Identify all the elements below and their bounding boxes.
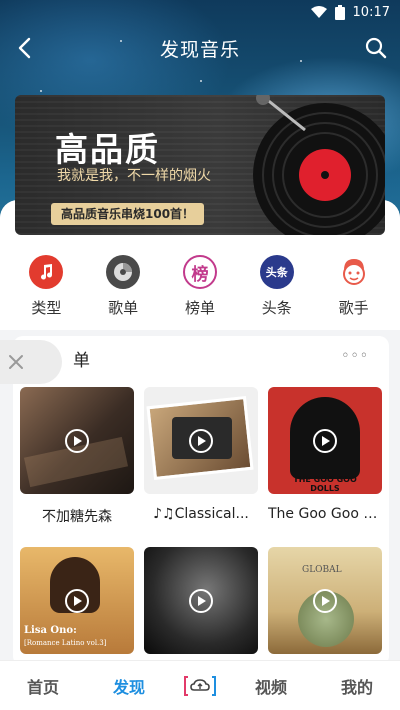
ranking-icon: 榜	[182, 255, 217, 289]
playlist-name: ♪♫Classical...	[153, 506, 249, 522]
category-playlist[interactable]: 歌单	[93, 255, 153, 325]
category-row: 类型 歌单 榜 榜单 头条 头条 歌手	[0, 255, 400, 325]
playlist-cover: THE GOO GOO DOLLS	[268, 387, 382, 494]
singer-icon	[336, 255, 371, 289]
category-ranking[interactable]: 榜 榜单	[170, 255, 230, 325]
category-label: 榜单	[184, 299, 215, 317]
tab-home[interactable]: 首页	[11, 674, 75, 698]
section-title: 单	[73, 351, 90, 371]
category-label: 头条	[261, 299, 292, 317]
bottom-tab-bar: 首页 发现 视频 我的	[0, 660, 400, 710]
page-title: 发现音乐	[159, 38, 240, 61]
status-bar: 10:17	[0, 0, 400, 24]
close-icon	[9, 355, 23, 369]
cover-text: THE GOO GOO DOLLS	[293, 475, 357, 493]
cover-text: GLOBAL	[302, 565, 342, 575]
playlist-cover	[144, 547, 258, 654]
play-icon	[189, 428, 213, 453]
search-icon	[365, 37, 387, 59]
tab-video[interactable]: 视频	[239, 674, 303, 698]
playlist-card[interactable]: THE GOO GOO DOLLS The Goo Goo D...	[268, 387, 382, 522]
cover-text: Lisa Ono:	[24, 625, 77, 636]
play-icon	[189, 588, 213, 613]
center-tab-button[interactable]	[183, 673, 217, 699]
play-icon	[313, 428, 337, 453]
music-note-icon	[29, 255, 64, 289]
category-headlines[interactable]: 头条 头条	[247, 255, 307, 325]
playlist-name: The Goo Goo D...	[268, 506, 382, 522]
category-singer[interactable]: 歌手	[324, 255, 384, 325]
playlist-card[interactable]: 不加糖先森	[20, 387, 134, 526]
more-button[interactable]: ◦◦◦	[341, 348, 369, 364]
play-icon	[65, 588, 89, 613]
wifi-icon	[310, 5, 327, 18]
playlist-cover	[20, 387, 134, 494]
back-arrow-icon	[18, 37, 31, 59]
playlist-section: 单 ◦◦◦ 不加糖先森 ♪♫Classical... THE GOO GOO D…	[13, 336, 389, 666]
category-label: 类型	[31, 299, 62, 317]
playlist-card[interactable]: GLOBAL	[268, 547, 382, 654]
floating-close-button[interactable]	[0, 340, 62, 384]
cloud-record-icon	[184, 675, 216, 696]
back-button[interactable]	[10, 34, 38, 62]
playlist-cover: GLOBAL	[268, 547, 382, 654]
category-label: 歌手	[338, 299, 369, 317]
vinyl-record-icon	[253, 95, 385, 235]
status-time: 10:17	[352, 4, 390, 20]
playlist-card[interactable]	[144, 547, 258, 654]
banner-tag: 高品质音乐串烧100首！	[51, 203, 205, 225]
search-button[interactable]	[362, 34, 390, 62]
category-label: 歌单	[108, 299, 139, 317]
playlist-name: 不加糖先森	[42, 509, 112, 525]
playlist-card[interactable]: Lisa Ono: [Romance Latino vol.3]	[20, 547, 134, 654]
tab-discover[interactable]: 发现	[97, 674, 161, 698]
headline-icon: 头条	[259, 255, 294, 289]
promo-banner[interactable]: 高品质 我就是我，不一样的烟火 高品质音乐串烧100首！	[15, 95, 385, 235]
play-icon	[65, 428, 89, 453]
banner-subtitle: 我就是我，不一样的烟火	[57, 168, 211, 184]
category-type[interactable]: 类型	[16, 255, 76, 325]
battery-icon	[334, 4, 345, 20]
play-icon	[313, 588, 337, 613]
playlist-cover	[144, 387, 258, 494]
playlist-cover: Lisa Ono: [Romance Latino vol.3]	[20, 547, 134, 654]
tab-mine[interactable]: 我的	[325, 674, 389, 698]
app-header: 发现音乐	[0, 26, 400, 70]
playlist-card[interactable]: ♪♫Classical...	[144, 387, 258, 522]
banner-headline: 高品质	[55, 130, 160, 169]
disc-icon	[106, 255, 141, 289]
cover-text: [Romance Latino vol.3]	[24, 639, 107, 647]
